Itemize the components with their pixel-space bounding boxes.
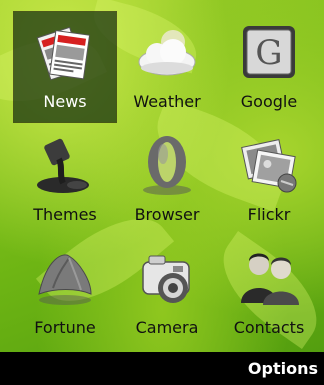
app-themes[interactable]: Themes <box>14 125 116 235</box>
app-google[interactable]: G Google <box>218 12 320 122</box>
app-label: News <box>43 92 87 111</box>
svg-text:G: G <box>255 33 282 73</box>
cloud-sun-icon <box>133 18 201 86</box>
app-weather[interactable]: Weather <box>116 12 218 122</box>
app-label: Flickr <box>247 205 291 224</box>
options-softkey[interactable]: Options <box>248 359 324 378</box>
app-label: Browser <box>134 205 200 224</box>
opera-o-icon <box>133 131 201 199</box>
people-icon <box>235 244 303 312</box>
app-camera[interactable]: Camera <box>116 238 218 348</box>
google-g-icon: G <box>235 18 303 86</box>
app-label: Fortune <box>34 318 96 337</box>
app-label: Themes <box>33 205 97 224</box>
app-fortune[interactable]: Fortune <box>14 238 116 348</box>
app-label: Camera <box>135 318 199 337</box>
app-contacts[interactable]: Contacts <box>218 238 320 348</box>
app-label: Contacts <box>233 318 305 337</box>
fortune-cookie-icon <box>31 244 99 312</box>
app-flickr[interactable]: Flickr <box>218 125 320 235</box>
app-label: Weather <box>133 92 201 111</box>
softkey-bar: Options <box>0 352 324 385</box>
home-screen: News Weather G Google Themes Browser Fli… <box>0 0 324 385</box>
app-grid: News Weather G Google Themes Browser Fli… <box>0 0 324 352</box>
newspaper-icon <box>31 18 99 86</box>
app-label: Google <box>240 92 298 111</box>
app-news[interactable]: News <box>13 11 117 123</box>
photos-icon <box>235 131 303 199</box>
camera-icon <box>133 244 201 312</box>
paint-can-icon <box>31 131 99 199</box>
app-browser[interactable]: Browser <box>116 125 218 235</box>
